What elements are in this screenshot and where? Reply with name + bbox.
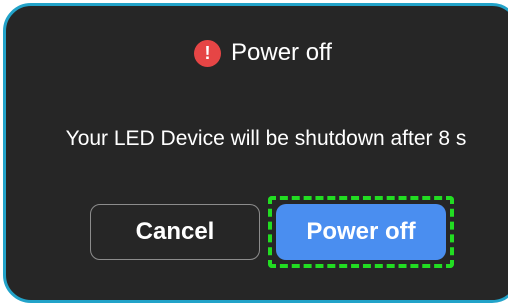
dialog-header: ! Power off xyxy=(194,39,332,67)
power-off-button[interactable]: Power off xyxy=(276,204,446,260)
cancel-button[interactable]: Cancel xyxy=(90,204,260,260)
dialog-title: Power off xyxy=(231,39,332,66)
dialog-message: Your LED Device will be shutdown after 8… xyxy=(65,127,467,150)
power-off-dialog: ! Power off Your LED Device will be shut… xyxy=(3,3,508,303)
exclamation-icon: ! xyxy=(194,39,221,67)
